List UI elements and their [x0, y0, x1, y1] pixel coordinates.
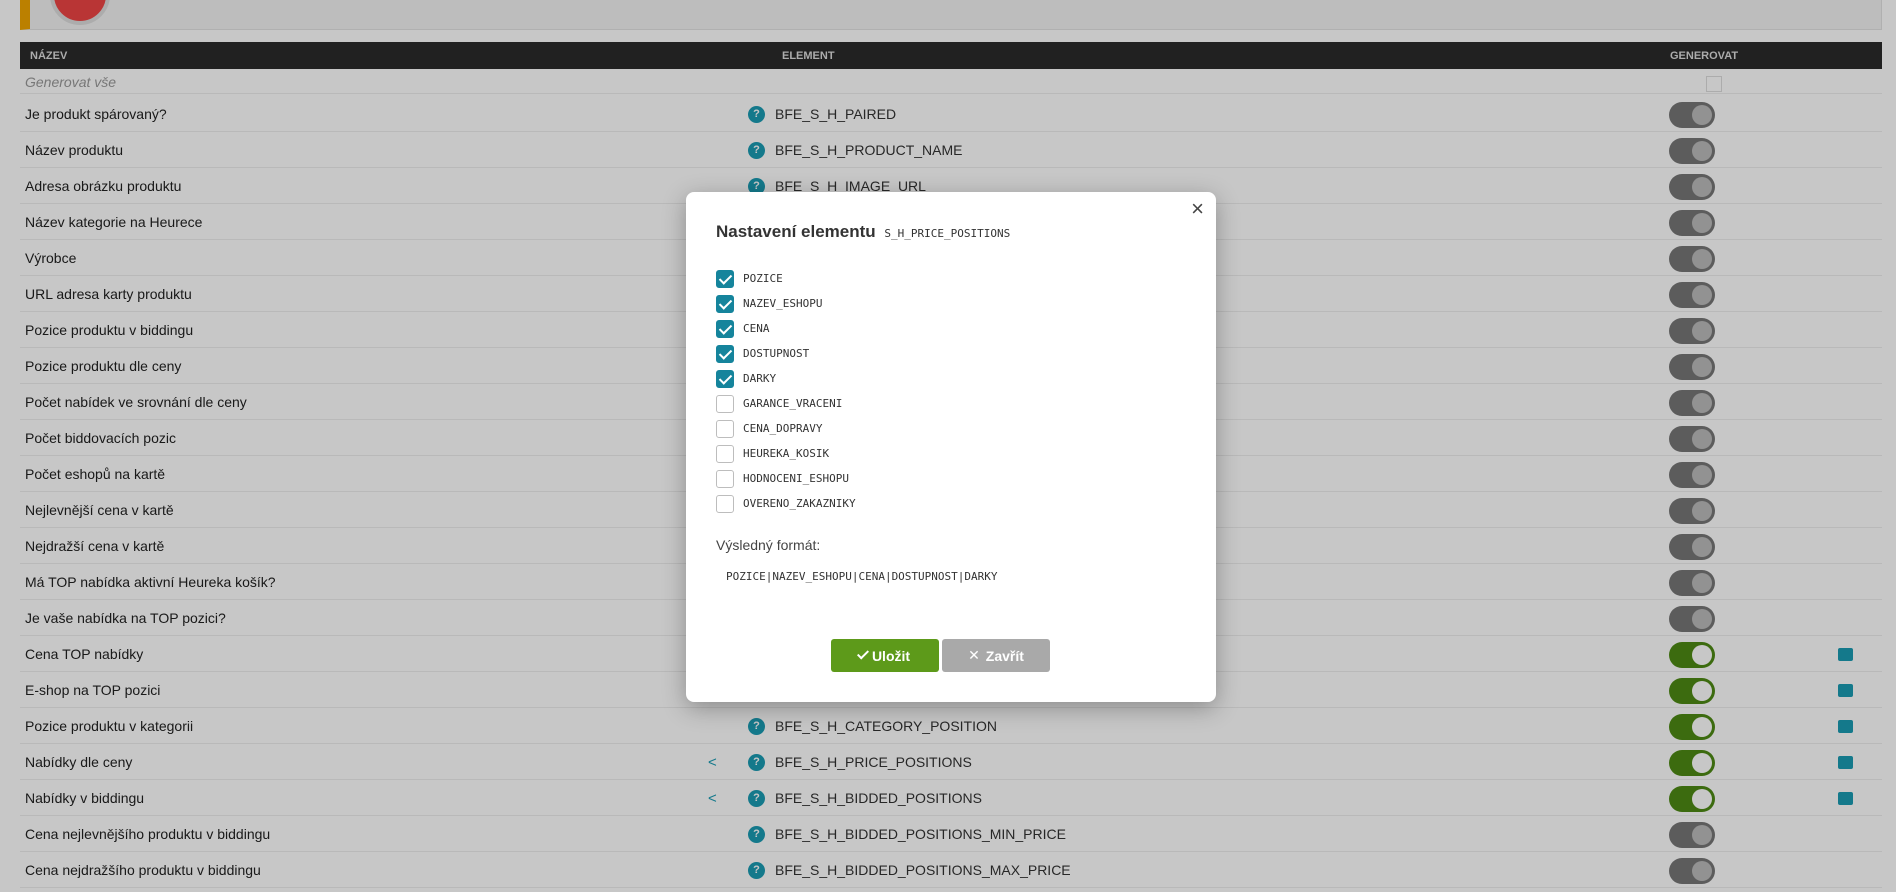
modal-title-text: Nastavení elementu: [716, 222, 876, 241]
option-checkbox[interactable]: [716, 444, 734, 463]
option-item[interactable]: DARKY: [716, 366, 856, 391]
option-item[interactable]: HODNOCENI_ESHOPU: [716, 466, 856, 491]
option-checkbox[interactable]: [716, 294, 734, 313]
close-button-label: Zavřít: [985, 647, 1024, 664]
option-label: DOSTUPNOST: [743, 347, 810, 360]
option-item[interactable]: POZICE: [716, 266, 856, 291]
option-item[interactable]: GARANCE_VRACENI: [716, 391, 856, 416]
option-label: OVERENO_ZAKAZNIKY: [743, 497, 856, 510]
result-format-value: POZICE|NAZEV_ESHOPU|CENA|DOSTUPNOST|DARK…: [726, 570, 998, 583]
element-settings-modal: × Nastavení elementu S_H_PRICE_POSITIONS…: [686, 192, 1216, 702]
option-label: HODNOCENI_ESHOPU: [743, 472, 849, 485]
option-checkbox[interactable]: [716, 469, 734, 488]
option-item[interactable]: CENA: [716, 316, 856, 341]
option-label: DARKY: [743, 372, 777, 385]
option-item[interactable]: OVERENO_ZAKAZNIKY: [716, 491, 856, 516]
option-item[interactable]: NAZEV_ESHOPU: [716, 291, 856, 316]
check-icon: [856, 647, 869, 660]
close-icon[interactable]: ×: [1191, 196, 1204, 222]
option-checkbox[interactable]: [716, 494, 734, 513]
modal-title: Nastavení elementu S_H_PRICE_POSITIONS: [716, 222, 1010, 242]
option-label: GARANCE_VRACENI: [743, 397, 843, 410]
option-label: CENA_DOPRAVY: [743, 422, 823, 435]
option-checkbox[interactable]: [716, 319, 734, 338]
option-checkbox[interactable]: [716, 419, 734, 438]
result-format-label: Výsledný formát:: [716, 537, 821, 553]
option-label: NAZEV_ESHOPU: [743, 297, 823, 310]
close-button[interactable]: ✕ Zavřít: [942, 639, 1050, 672]
option-item[interactable]: HEUREKA_KOSIK: [716, 441, 856, 466]
modal-element-code: S_H_PRICE_POSITIONS: [884, 227, 1011, 240]
option-checkbox[interactable]: [716, 269, 734, 288]
option-list: POZICE NAZEV_ESHOPU CENA DOSTUPNOST DARKY GAR…: [716, 266, 856, 516]
save-button[interactable]: Uložit: [831, 639, 939, 672]
option-label: POZICE: [743, 272, 783, 285]
option-item[interactable]: DOSTUPNOST: [716, 341, 856, 366]
close-x-icon: ✕: [968, 647, 980, 663]
option-checkbox[interactable]: [716, 344, 734, 363]
option-checkbox[interactable]: [716, 369, 734, 388]
save-button-label: Uložit: [871, 647, 911, 664]
option-item[interactable]: CENA_DOPRAVY: [716, 416, 856, 441]
option-label: HEUREKA_KOSIK: [743, 447, 830, 460]
option-label: CENA: [743, 322, 770, 335]
option-checkbox[interactable]: [716, 394, 734, 413]
